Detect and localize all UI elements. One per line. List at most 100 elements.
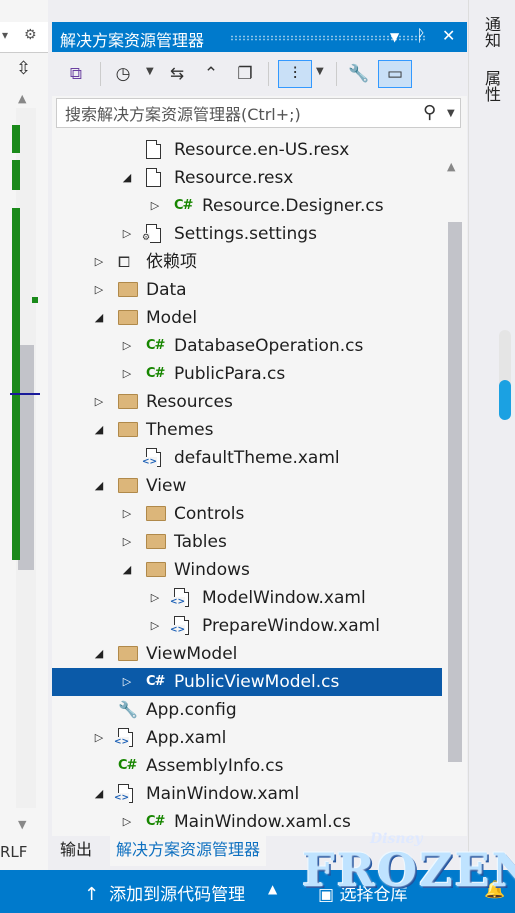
solution-tree[interactable]: Resource.en-US.resx ◢ Resource.resx ▷ C# Reso…: [52, 134, 447, 834]
tree-row[interactable]: ▷ C# PublicViewModel.cs: [52, 668, 442, 696]
pin-icon[interactable]: ᚹ: [416, 26, 426, 45]
tree-row[interactable]: ◢ <> MainWindow.xaml: [52, 780, 442, 808]
collapsed-arrow-icon[interactable]: ▷: [148, 612, 162, 640]
config-file-icon: 🔧: [118, 700, 138, 719]
show-all-files-icon[interactable]: ⫶: [278, 60, 312, 88]
expanded-arrow-icon[interactable]: ◢: [120, 556, 134, 584]
tab-notifications[interactable]: 通知: [479, 16, 503, 48]
chevron-down-icon[interactable]: ▾: [2, 28, 8, 42]
csharp-file-icon: C#: [118, 758, 137, 773]
copy-icon[interactable]: ❐: [232, 60, 258, 88]
tree-item-label: App.xaml: [146, 728, 227, 748]
right-scroll-thumb[interactable]: [499, 380, 511, 420]
tree-row[interactable]: ▷ <> PrepareWindow.xaml: [52, 612, 442, 640]
dependencies-icon: ⧠: [118, 253, 131, 271]
pending-changes-icon[interactable]: ◷: [110, 60, 136, 88]
add-to-source-control-button[interactable]: ↑ 添加到源代码管理: [84, 880, 245, 905]
tree-row[interactable]: ◢ Windows: [52, 556, 442, 584]
tree-row[interactable]: Resource.en-US.resx: [52, 136, 442, 164]
tree-item-label: DatabaseOperation.cs: [174, 336, 364, 356]
panel-title-bar[interactable]: 解决方案资源管理器 ▼ ᚹ ✕: [52, 22, 467, 52]
tree-item-label: Themes: [146, 420, 214, 440]
tree-item-label: PrepareWindow.xaml: [202, 616, 380, 636]
preview-selected-icon[interactable]: ▭: [378, 60, 412, 88]
sync-icon[interactable]: ⇆: [164, 60, 190, 88]
tree-row[interactable]: ▷ Controls: [52, 500, 442, 528]
tree-row[interactable]: ▷ C# PublicPara.cs: [52, 360, 442, 388]
collapsed-arrow-icon[interactable]: ▷: [120, 668, 134, 696]
tree-row[interactable]: ▷ ⚙ Settings.settings: [52, 220, 442, 248]
tab-properties[interactable]: 属性: [479, 70, 503, 102]
scroll-down-arrow[interactable]: ▼: [18, 818, 26, 831]
collapsed-arrow-icon[interactable]: ▷: [148, 192, 162, 220]
tree-row[interactable]: ◢ View: [52, 472, 442, 500]
tree-scroll-thumb[interactable]: [448, 222, 462, 762]
search-icon[interactable]: ⚲: [423, 102, 436, 123]
tree-row[interactable]: ▷ <> ModelWindow.xaml: [52, 584, 442, 612]
scroll-up-arrow[interactable]: ▲: [447, 160, 455, 173]
tree-row[interactable]: ▷ Tables: [52, 528, 442, 556]
split-editor-icon[interactable]: ⇳: [16, 58, 31, 79]
tree-row[interactable]: C# AssemblyInfo.cs: [52, 752, 442, 780]
csharp-file-icon: C#: [146, 674, 165, 689]
tree-row[interactable]: ◢ Themes: [52, 416, 442, 444]
collapsed-arrow-icon[interactable]: ▷: [120, 500, 134, 528]
tree-row[interactable]: ◢ Resource.resx: [52, 164, 442, 192]
collapsed-arrow-icon[interactable]: ▷: [92, 248, 106, 276]
tree-row[interactable]: 🔧 App.config: [52, 696, 442, 724]
folder-icon: [118, 308, 140, 328]
tree-row[interactable]: ▷ C# DatabaseOperation.cs: [52, 332, 442, 360]
expanded-arrow-icon[interactable]: ◢: [92, 416, 106, 444]
tree-row[interactable]: ▷ ⧠ 依赖项: [52, 248, 442, 276]
collapsed-arrow-icon[interactable]: ▷: [120, 332, 134, 360]
tree-item-label: defaultTheme.xaml: [174, 448, 340, 468]
search-box[interactable]: ⚲ ▼: [56, 98, 461, 128]
tree-row[interactable]: ▷ Resources: [52, 388, 442, 416]
editor-scroll-thumb[interactable]: [18, 345, 34, 570]
collapsed-arrow-icon[interactable]: ▷: [92, 724, 106, 752]
tree-item-label: Controls: [174, 504, 245, 524]
solution-explorer-panel: 解决方案资源管理器 ▼ ᚹ ✕ ⧉ ◷ ▼ ⇆ ⌃ ❐ ⫶ ▼ 🔧 ▭ ⚲ ▼ …: [52, 22, 467, 847]
chevron-down-icon[interactable]: ▼: [146, 66, 154, 77]
collapsed-arrow-icon[interactable]: ▷: [148, 584, 162, 612]
collapsed-arrow-icon[interactable]: ▷: [120, 360, 134, 388]
chevron-down-icon[interactable]: ▼: [316, 66, 324, 77]
expanded-arrow-icon[interactable]: ◢: [92, 472, 106, 500]
chevron-up-icon[interactable]: ▲: [268, 882, 277, 896]
tab-solution-explorer[interactable]: 解决方案资源管理器: [110, 836, 267, 866]
right-scrollbar[interactable]: [499, 330, 511, 420]
tree-row[interactable]: ▷ <> App.xaml: [52, 724, 442, 752]
expanded-arrow-icon[interactable]: ◢: [120, 164, 134, 192]
chevron-down-icon[interactable]: ▼: [447, 108, 455, 119]
expanded-arrow-icon[interactable]: ◢: [92, 304, 106, 332]
line-ending-indicator[interactable]: RLF: [0, 843, 27, 861]
frozen-logo-text: FROZEN: [302, 843, 515, 897]
vs-solution-icon[interactable]: ⧉: [62, 60, 90, 88]
tab-output[interactable]: 输出: [54, 836, 98, 864]
gear-icon[interactable]: ⚙: [24, 27, 37, 43]
collapsed-arrow-icon[interactable]: ▷: [120, 808, 134, 834]
change-marker: [12, 160, 20, 190]
window-position-icon[interactable]: ▼: [390, 30, 399, 44]
toolbar-separator: [336, 62, 337, 86]
tree-row[interactable]: <> defaultTheme.xaml: [52, 444, 442, 472]
expanded-arrow-icon[interactable]: ◢: [92, 640, 106, 668]
tree-item-label: ViewModel: [146, 644, 238, 664]
collapsed-arrow-icon[interactable]: ▷: [92, 276, 106, 304]
folder-icon: [146, 504, 168, 524]
tree-row[interactable]: ▷ Data: [52, 276, 442, 304]
folder-icon: [118, 476, 140, 496]
collapsed-arrow-icon[interactable]: ▷: [120, 220, 134, 248]
collapsed-arrow-icon[interactable]: ▷: [120, 528, 134, 556]
tree-row[interactable]: ◢ Model: [52, 304, 442, 332]
tree-row[interactable]: ▷ C# Resource.Designer.cs: [52, 192, 442, 220]
scroll-up-arrow[interactable]: ▲: [18, 92, 26, 105]
search-input[interactable]: [63, 102, 407, 126]
close-icon[interactable]: ✕: [442, 26, 455, 45]
collapse-all-icon[interactable]: ⌃: [198, 60, 224, 88]
tree-item-label: Resource.Designer.cs: [202, 196, 384, 216]
properties-wrench-icon[interactable]: 🔧: [346, 60, 372, 88]
expanded-arrow-icon[interactable]: ◢: [92, 780, 106, 808]
tree-row[interactable]: ◢ ViewModel: [52, 640, 442, 668]
collapsed-arrow-icon[interactable]: ▷: [92, 388, 106, 416]
